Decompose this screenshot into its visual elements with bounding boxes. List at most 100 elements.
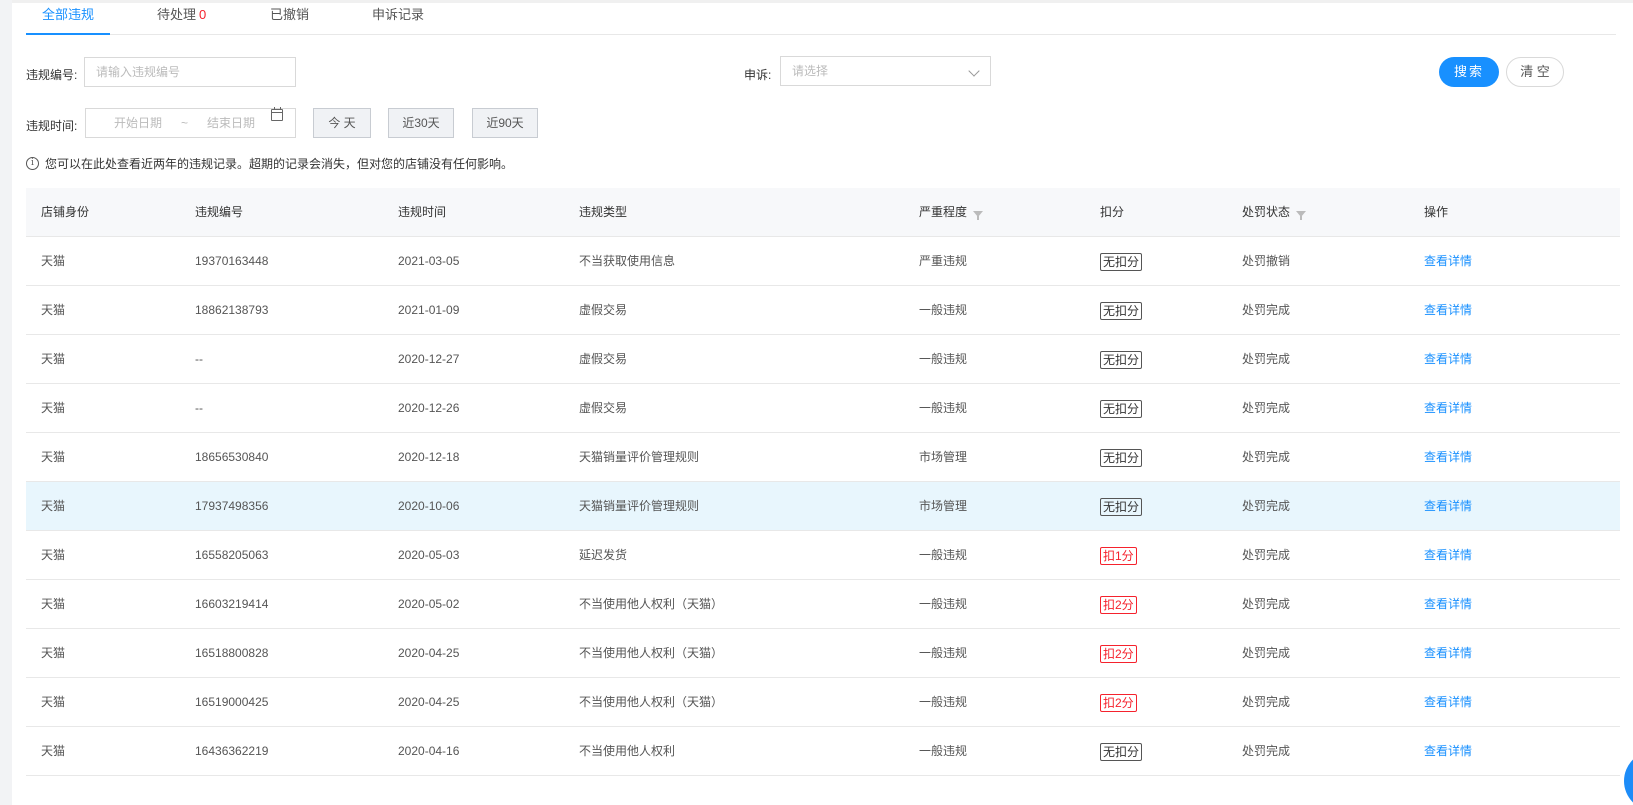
chevron-down-icon <box>968 65 980 77</box>
table-row[interactable]: 天猫 16603219414 2020-05-02 不当使用他人权利（天猫） 一般违规 扣… <box>26 580 1620 629</box>
table-row[interactable]: 天猫 -- 2020-12-26 虚假交易 一般违规 无扣分 处罚完成 查看详情 <box>26 384 1620 433</box>
cell-shop: 天猫 <box>41 548 66 562</box>
tab-all-violations[interactable]: 全部违规 <box>26 3 111 35</box>
violation-no-input[interactable] <box>84 57 296 87</box>
cell-severity: 一般违规 <box>919 352 968 366</box>
cell-points: 扣1分 <box>1100 531 1137 579</box>
cell-violation-time: 2020-05-02 <box>398 597 460 611</box>
cell-violation-type: 延迟发货 <box>579 548 628 562</box>
points-tag: 扣1分 <box>1100 546 1137 565</box>
cell-violation-time: 2020-10-06 <box>398 499 460 513</box>
calendar-icon <box>271 107 283 121</box>
cell-violation-no: 16558205063 <box>195 548 269 562</box>
clear-button[interactable]: 清 空 <box>1506 57 1564 87</box>
cell-shop: 天猫 <box>41 646 66 660</box>
start-date-input[interactable]: 开始日期 <box>114 109 162 137</box>
tab-pending[interactable]: 待处理 0 <box>157 3 206 35</box>
view-details-link[interactable]: 查看详情 <box>1424 384 1472 432</box>
cell-points: 扣2分 <box>1100 580 1137 628</box>
table-row[interactable]: 天猫 16558205063 2020-05-03 延迟发货 一般违规 扣1分 处罚完成 查看… <box>26 531 1620 580</box>
cell-penalty-status: 处罚完成 <box>1242 499 1291 513</box>
cell-violation-type: 不当使用他人权利 <box>579 744 676 758</box>
tab-appeal-records[interactable]: 申诉记录 <box>372 3 424 35</box>
col-header-violation-type: 违规类型 <box>579 205 628 219</box>
filter-icon[interactable] <box>973 210 984 220</box>
cell-violation-time: 2020-04-16 <box>398 744 460 758</box>
col-header-severity[interactable]: 严重程度 <box>919 188 984 237</box>
last-90-days-button[interactable]: 近90天 <box>472 108 538 138</box>
view-details-link[interactable]: 查看详情 <box>1424 580 1472 628</box>
cell-violation-type: 虚假交易 <box>579 303 628 317</box>
cell-violation-type: 不当获取使用信息 <box>579 254 676 268</box>
floating-help-button[interactable] <box>1624 751 1633 805</box>
page: 全部违规 待处理0 已撤销 申诉记录 违规编号: 申诉: 请选择 搜索 清 空 … <box>12 0 1633 805</box>
table-header: 店铺身份 违规编号 违规时间 违规类型 严重程度 扣分 处罚状态 操作 <box>26 188 1620 237</box>
tab-label: 申诉记录 <box>372 7 425 22</box>
cell-points: 扣2分 <box>1100 678 1137 726</box>
cell-points: 无扣分 <box>1100 237 1143 285</box>
today-button[interactable]: 今 天 <box>313 108 371 138</box>
points-tag: 无扣分 <box>1100 252 1143 271</box>
view-details-link[interactable]: 查看详情 <box>1424 237 1472 285</box>
cell-violation-type: 虚假交易 <box>579 401 628 415</box>
info-icon: i <box>26 157 39 170</box>
table-row[interactable]: 天猫 18862138793 2021-01-09 虚假交易 一般违规 无扣分 处罚完成 查看… <box>26 286 1620 335</box>
cell-penalty-status: 处罚完成 <box>1242 401 1291 415</box>
view-details-link[interactable]: 查看详情 <box>1424 531 1472 579</box>
cell-shop: 天猫 <box>41 254 66 268</box>
cell-severity: 市场管理 <box>919 450 968 464</box>
points-tag: 无扣分 <box>1100 301 1143 320</box>
cell-violation-no: 16519000425 <box>195 695 269 709</box>
cell-points: 无扣分 <box>1100 433 1143 481</box>
cell-points: 无扣分 <box>1100 286 1143 334</box>
view-details-link[interactable]: 查看详情 <box>1424 727 1472 775</box>
table-row[interactable]: 天猫 -- 2020-12-27 虚假交易 一般违规 无扣分 处罚完成 查看详情 <box>26 335 1620 384</box>
cell-penalty-status: 处罚完成 <box>1242 744 1291 758</box>
cell-violation-no: 17937498356 <box>195 499 269 513</box>
table-row[interactable]: 天猫 18656530840 2020-12-18 天猫销量评价管理规则 市场管理 无扣分… <box>26 433 1620 482</box>
view-details-link[interactable]: 查看详情 <box>1424 678 1472 726</box>
cell-violation-type: 不当使用他人权利（天猫） <box>579 597 724 611</box>
cell-violation-type: 虚假交易 <box>579 352 628 366</box>
view-details-link[interactable]: 查看详情 <box>1424 629 1472 677</box>
date-range-picker[interactable]: 开始日期 ~ 结束日期 <box>85 107 296 138</box>
cell-severity: 严重违规 <box>919 254 968 268</box>
end-date-input[interactable]: 结束日期 <box>207 109 255 137</box>
table-row[interactable]: 天猫 17937498356 2020-10-06 天猫销量评价管理规则 市场管理 无扣分… <box>26 482 1620 531</box>
points-tag: 扣2分 <box>1100 595 1137 614</box>
points-tag: 扣2分 <box>1100 644 1137 663</box>
view-details-link[interactable]: 查看详情 <box>1424 286 1472 334</box>
col-header-violation-no: 违规编号 <box>195 205 244 219</box>
points-tag: 无扣分 <box>1100 448 1143 467</box>
points-tag: 无扣分 <box>1100 350 1143 369</box>
retention-notice: i 您可以在此处查看近两年的违规记录。超期的记录会消失，但对您的店铺没有任何影响… <box>26 155 513 172</box>
cell-shop: 天猫 <box>41 303 66 317</box>
appeal-select[interactable]: 请选择 <box>780 56 991 86</box>
points-tag: 无扣分 <box>1100 497 1143 516</box>
table-body: 天猫 19370163448 2021-03-05 不当获取使用信息 严重违规 无扣分 处罚… <box>26 237 1620 776</box>
search-button[interactable]: 搜索 <box>1439 57 1499 87</box>
cell-penalty-status: 处罚完成 <box>1242 303 1291 317</box>
table-row[interactable]: 天猫 16436362219 2020-04-16 不当使用他人权利 一般违规 无扣分 处罚… <box>26 727 1620 776</box>
cell-shop: 天猫 <box>41 499 66 513</box>
view-details-link[interactable]: 查看详情 <box>1424 482 1472 530</box>
last-30-days-button[interactable]: 近30天 <box>388 108 454 138</box>
cell-points: 扣2分 <box>1100 629 1137 677</box>
tab-revoked[interactable]: 已撤销 <box>270 3 309 35</box>
cell-violation-type: 天猫销量评价管理规则 <box>579 499 700 513</box>
cell-violation-no: 18656530840 <box>195 450 269 464</box>
table-row[interactable]: 天猫 16519000425 2020-04-25 不当使用他人权利（天猫） 一般违规 扣… <box>26 678 1620 727</box>
table-row[interactable]: 天猫 19370163448 2021-03-05 不当获取使用信息 严重违规 无扣分 处罚… <box>26 237 1620 286</box>
cell-violation-no: 16436362219 <box>195 744 269 758</box>
view-details-link[interactable]: 查看详情 <box>1424 335 1472 383</box>
table-row[interactable]: 天猫 16518800828 2020-04-25 不当使用他人权利（天猫） 一般违规 扣… <box>26 629 1620 678</box>
cell-points: 无扣分 <box>1100 727 1143 775</box>
cell-violation-no: 16518800828 <box>195 646 269 660</box>
cell-violation-time: 2020-04-25 <box>398 646 460 660</box>
view-details-link[interactable]: 查看详情 <box>1424 433 1472 481</box>
cell-penalty-status: 处罚完成 <box>1242 646 1291 660</box>
col-header-penalty-status[interactable]: 处罚状态 <box>1242 188 1307 237</box>
cell-severity: 一般违规 <box>919 744 968 758</box>
cell-points: 无扣分 <box>1100 335 1143 383</box>
filter-icon[interactable] <box>1296 210 1307 220</box>
